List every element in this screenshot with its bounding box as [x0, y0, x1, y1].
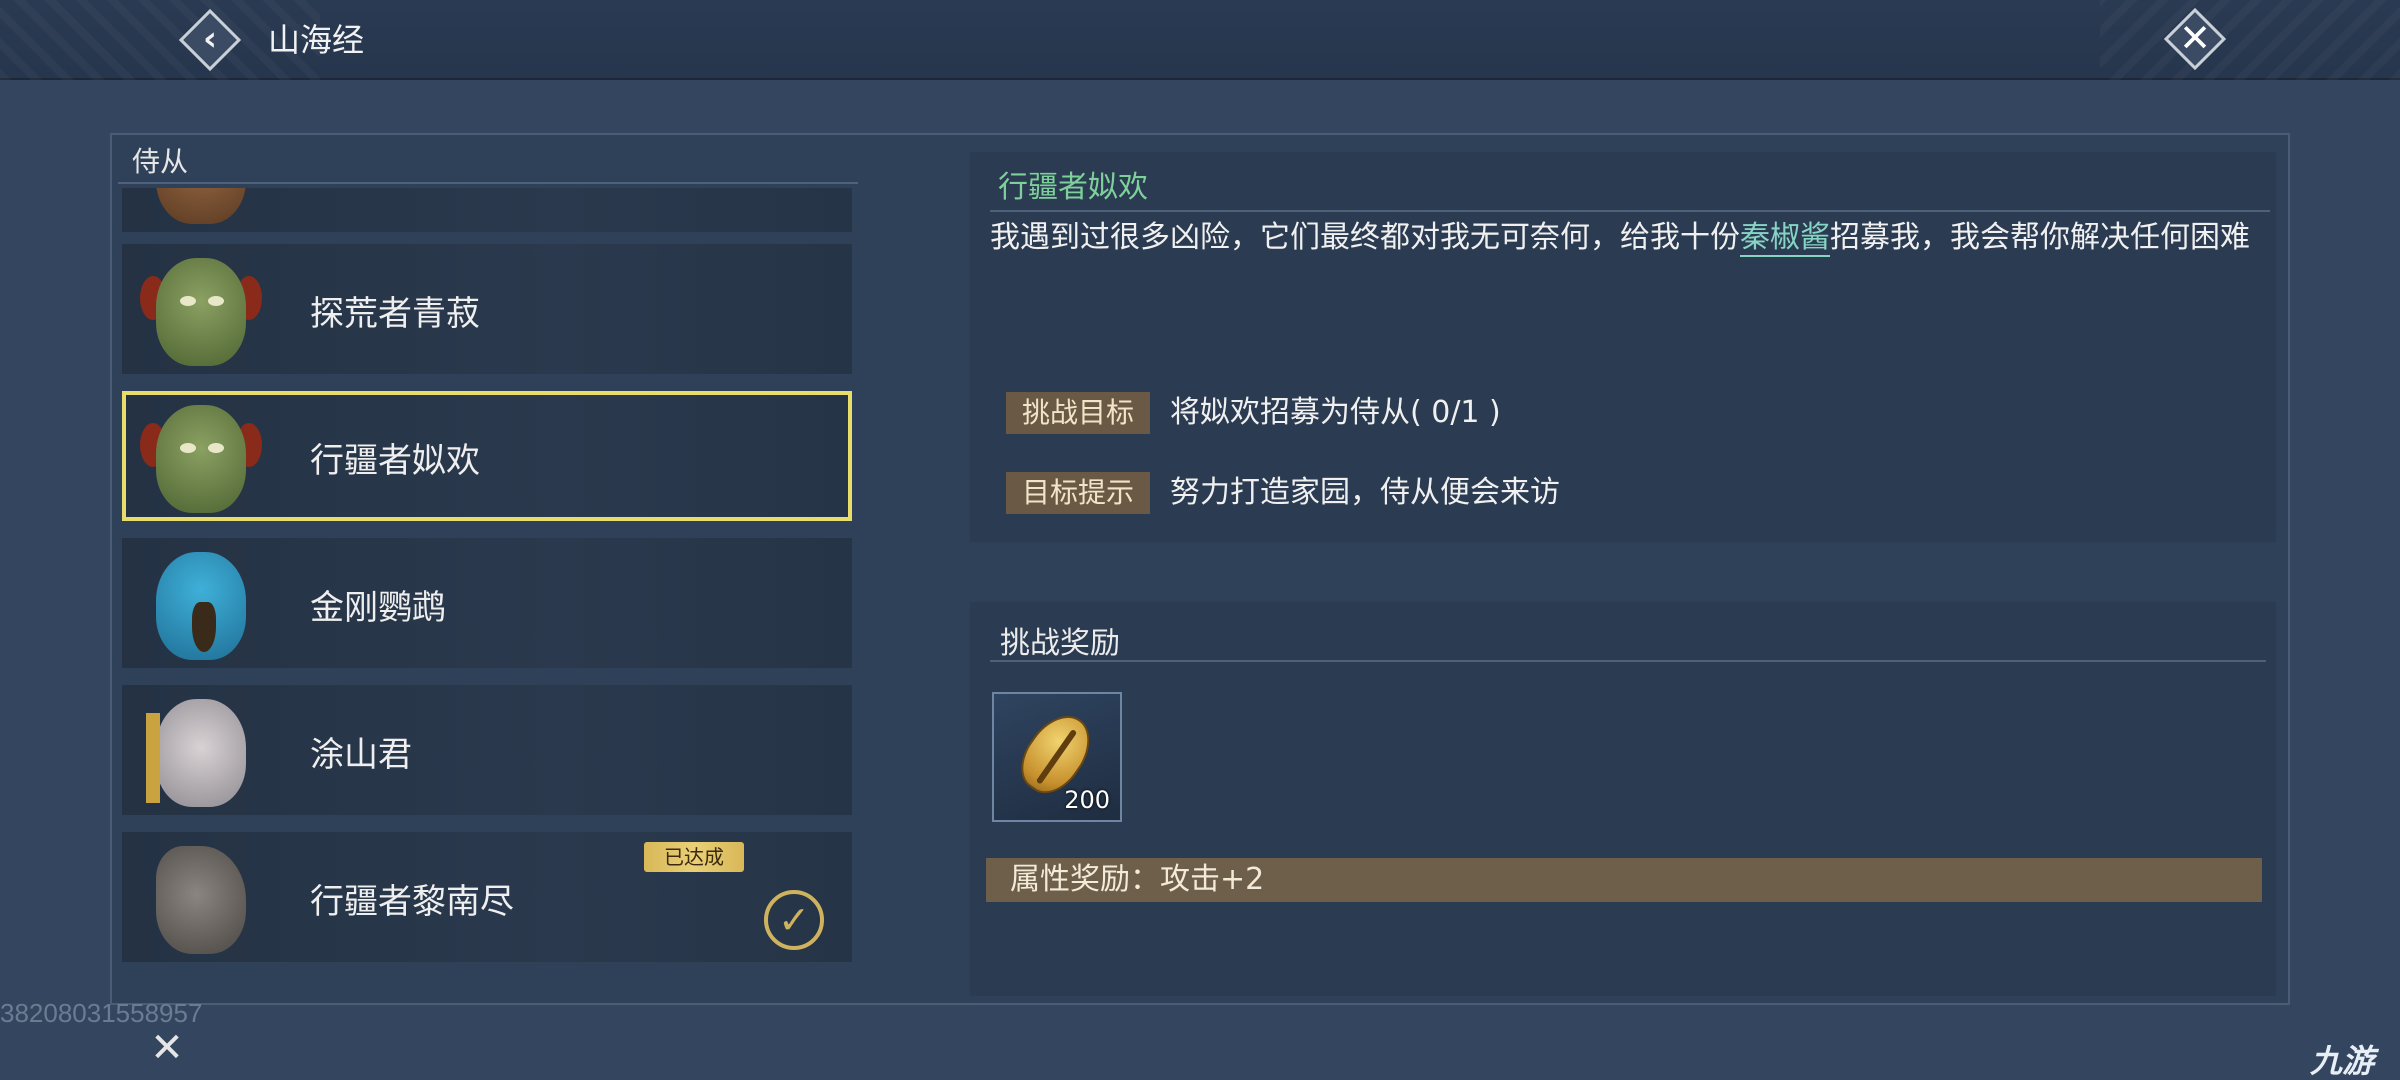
companion-portrait — [136, 689, 266, 811]
companion-name: 行疆者黎南尽 — [310, 882, 514, 922]
goal-label: 挑战目标 — [1006, 392, 1150, 434]
portrait-face — [156, 699, 246, 807]
description-text: 我遇到过很多凶险，它们最终都对我无可奈何，给我十份 — [990, 220, 1740, 255]
shell-slit — [1035, 728, 1078, 785]
companion-detail-card: 行疆者姒欢 我遇到过很多凶险，它们最终都对我无可奈何，给我十份秦椒酱招募我，我会… — [970, 152, 2276, 542]
portrait-eye — [180, 443, 196, 453]
header-ornament-right — [2100, 0, 2400, 80]
list-item[interactable]: 涂山君 — [122, 685, 852, 815]
page-title: 山海经 — [268, 21, 365, 59]
companion-list[interactable]: 探荒者青菽 行疆者姒欢 金刚鹦鹉 涂山君 行疆者黎南尽 已达成 ✓ — [122, 188, 856, 972]
attribute-reward: 属性奖励：攻击+2 — [986, 858, 2262, 902]
detail-title: 行疆者姒欢 — [998, 170, 1148, 205]
portrait-eye — [208, 296, 224, 306]
list-item[interactable]: 金刚鹦鹉 — [122, 538, 852, 668]
reward-card: 挑战奖励 200 属性奖励：攻击+2 — [970, 602, 2276, 996]
completed-badge: 已达成 — [644, 842, 744, 872]
list-item[interactable]: 行疆者黎南尽 已达成 ✓ — [122, 832, 852, 962]
reward-count: 200 — [1064, 786, 1110, 814]
close-button[interactable]: ✕ — [2160, 4, 2230, 74]
watermark: 九游 — [2310, 1042, 2375, 1080]
companion-portrait — [136, 188, 266, 228]
item-link[interactable]: 秦椒酱 — [1740, 220, 1830, 257]
list-item-selected[interactable]: 行疆者姒欢 — [122, 391, 852, 521]
parrot-beak — [192, 602, 216, 652]
list-item[interactable] — [122, 188, 852, 232]
portrait-face — [156, 258, 246, 366]
companion-portrait — [136, 836, 266, 958]
companion-list-panel: 侍从 探荒者青菽 行疆者姒欢 金刚鹦鹉 涂山君 行疆者黎南尽 已达成 ✓ — [118, 140, 858, 972]
portrait-ornament — [146, 713, 160, 803]
back-button[interactable]: ‹ — [176, 6, 244, 74]
reward-item-slot[interactable]: 200 — [992, 692, 1122, 822]
portrait-eye — [180, 296, 196, 306]
detail-description: 我遇到过很多凶险，它们最终都对我无可奈何，给我十份秦椒酱招募我，我会帮你解决任何… — [990, 218, 2270, 258]
companion-portrait — [136, 542, 266, 664]
companion-portrait — [136, 395, 266, 517]
top-bar: ‹ 山海经 ✕ — [0, 0, 2400, 80]
hint-label: 目标提示 — [1006, 472, 1150, 514]
companion-name: 涂山君 — [310, 735, 412, 775]
portrait-face — [156, 846, 246, 954]
reward-title: 挑战奖励 — [1000, 626, 1120, 661]
companion-section-title: 侍从 — [118, 140, 858, 184]
divider — [990, 210, 2270, 212]
portrait-face — [156, 188, 246, 224]
checkmark-icon: ✓ — [764, 890, 824, 950]
companion-name: 行疆者姒欢 — [310, 441, 480, 481]
close-icon[interactable]: ✕ — [142, 1024, 192, 1074]
description-text: 招募我，我会帮你解决任何困难 — [1830, 220, 2250, 255]
hint-text: 努力打造家园，侍从便会来访 — [1170, 475, 1560, 510]
divider — [990, 660, 2266, 662]
companion-name: 探荒者青菽 — [310, 294, 480, 334]
goal-text: 将姒欢招募为侍从( 0/1 ) — [1170, 395, 1501, 430]
chevron-left-icon: ‹ — [202, 19, 217, 59]
close-icon: ✕ — [2179, 16, 2211, 60]
list-item[interactable]: 探荒者青菽 — [122, 244, 852, 374]
portrait-face — [156, 405, 246, 513]
companion-portrait — [136, 248, 266, 370]
portrait-eye — [208, 443, 224, 453]
companion-name: 金刚鹦鹉 — [310, 588, 446, 628]
